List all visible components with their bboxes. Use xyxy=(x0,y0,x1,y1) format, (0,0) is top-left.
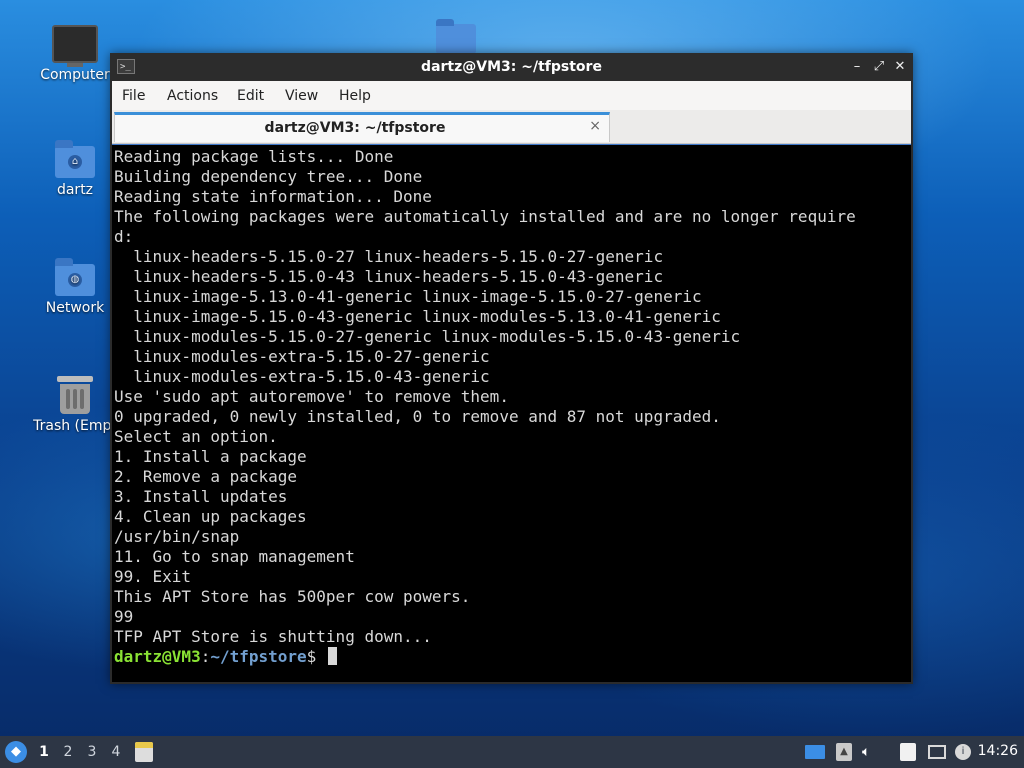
prompt-user: dartz@VM3 xyxy=(114,647,201,666)
menu-help[interactable]: Help xyxy=(339,88,371,104)
terminal-output-area[interactable]: Reading package lists... Done Building d… xyxy=(112,144,911,682)
text-cursor xyxy=(327,647,337,665)
notes-icon[interactable]: ▲ xyxy=(836,743,852,761)
tab-label: dartz@VM3: ~/tfpstore xyxy=(264,120,446,136)
tab-close-icon[interactable]: × xyxy=(589,118,601,134)
terminal-output: Reading package lists... Done Building d… xyxy=(114,147,856,646)
clipboard-icon[interactable] xyxy=(900,743,916,761)
workspace-3[interactable]: 3 xyxy=(82,742,102,762)
clock[interactable]: 14:26 xyxy=(978,743,1018,759)
prompt-symbol: $ xyxy=(306,647,317,666)
workspace-2[interactable]: 2 xyxy=(58,742,78,762)
desktop-icon-label: Trash (Empt xyxy=(33,418,117,434)
desktop-icon-label: Network xyxy=(45,300,105,316)
desktop-icon-network[interactable]: ◍ Network xyxy=(28,258,122,316)
network-folder-icon: ◍ xyxy=(55,258,95,296)
desktop-folder-icon[interactable] xyxy=(436,19,476,54)
close-button[interactable]: ✕ xyxy=(890,57,910,77)
computer-icon xyxy=(52,25,98,67)
tab-bar: dartz@VM3: ~/tfpstore × xyxy=(112,110,911,144)
volume-icon[interactable]: 🔈︎ xyxy=(862,743,880,761)
workspace-4[interactable]: 4 xyxy=(106,742,126,762)
home-folder-icon: ⌂ xyxy=(55,140,95,178)
prompt-colon: : xyxy=(200,647,211,666)
show-desktop-icon[interactable] xyxy=(805,745,825,759)
menu-file[interactable]: File xyxy=(122,88,145,104)
desktop-icon-home[interactable]: ⌂ dartz xyxy=(28,140,122,198)
desktop-icon-label: Computer xyxy=(40,67,110,83)
terminal-window: >_ dartz@VM3: ~/tfpstore – ⤢ ✕ File Acti… xyxy=(110,53,913,684)
menu-actions[interactable]: Actions xyxy=(167,88,218,104)
maximize-button[interactable]: ⤢ xyxy=(869,57,889,77)
prompt-path: ~/tfpstore xyxy=(210,647,307,666)
taskbar: ◆ 1 2 3 4 ▲ 🔈︎ i 14:26 xyxy=(0,736,1024,768)
workspace-1[interactable]: 1 xyxy=(34,742,54,762)
file-manager-task-icon[interactable] xyxy=(135,742,153,762)
window-title: dartz@VM3: ~/tfpstore xyxy=(421,59,602,75)
start-menu-icon[interactable]: ◆ xyxy=(5,741,27,763)
minimize-button[interactable]: – xyxy=(847,57,867,77)
menu-view[interactable]: View xyxy=(285,88,318,104)
updates-icon[interactable]: i xyxy=(955,744,971,760)
menu-bar: File Actions Edit View Help xyxy=(112,81,911,110)
window-titlebar[interactable]: >_ dartz@VM3: ~/tfpstore – ⤢ ✕ xyxy=(110,53,913,81)
menu-edit[interactable]: Edit xyxy=(237,88,264,104)
desktop-icon-computer[interactable]: Computer xyxy=(28,25,122,83)
trash-icon xyxy=(57,376,93,414)
desktop-icon-trash[interactable]: Trash (Empt xyxy=(28,376,122,434)
tab-terminal[interactable]: dartz@VM3: ~/tfpstore × xyxy=(114,112,610,142)
network-icon[interactable] xyxy=(928,745,946,759)
desktop-icon-label: dartz xyxy=(56,182,94,198)
